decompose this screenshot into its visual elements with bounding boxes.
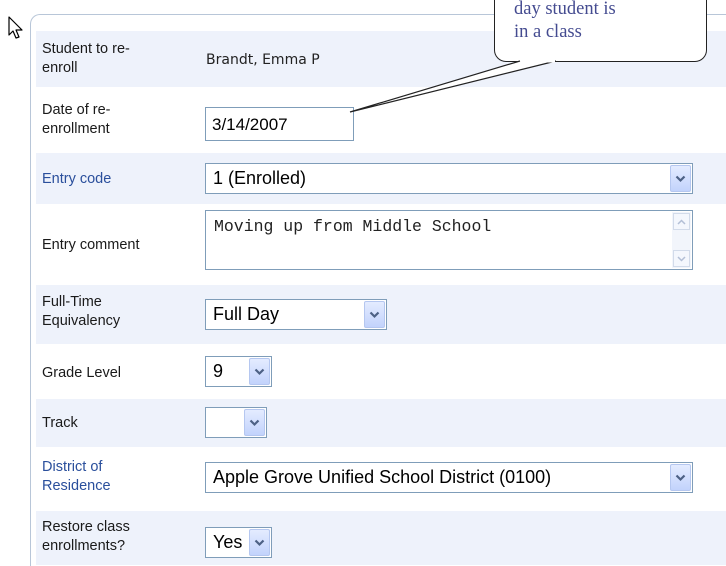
callout-pointer <box>349 60 557 113</box>
